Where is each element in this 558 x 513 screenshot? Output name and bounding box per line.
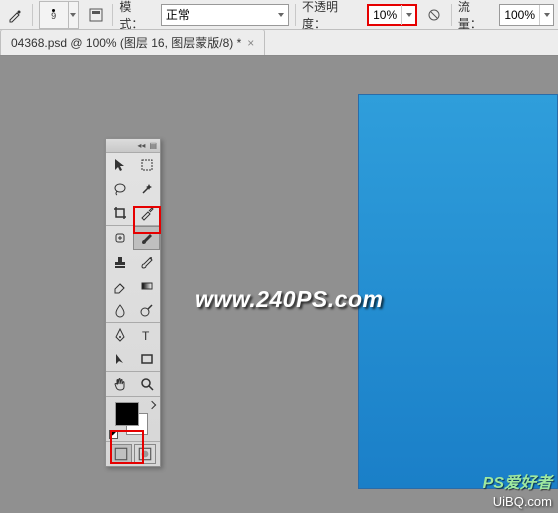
marquee-tool-icon[interactable] xyxy=(133,153,160,177)
blend-mode-select[interactable]: 正常 xyxy=(161,4,289,26)
eraser-tool-icon[interactable] xyxy=(106,274,133,298)
document-tab[interactable]: 04368.psd @ 100% (图层 16, 图层蒙版/8) * × xyxy=(0,29,265,55)
brush-preview[interactable]: 9 xyxy=(39,1,69,29)
type-tool-icon[interactable]: T xyxy=(133,323,160,347)
pressure-opacity-icon[interactable] xyxy=(423,4,445,26)
close-tab-icon[interactable]: × xyxy=(247,36,254,50)
document-canvas[interactable] xyxy=(358,94,558,489)
blur-tool-icon[interactable] xyxy=(106,298,133,322)
brush-size-dropdown[interactable] xyxy=(69,1,79,29)
hand-tool-icon[interactable] xyxy=(106,372,133,396)
mode-label: 模式： xyxy=(119,0,154,32)
color-swatches xyxy=(106,397,160,441)
options-bar: 9 模式： 正常 不透明度： 10% 流量： 100% xyxy=(0,0,558,30)
opacity-value: 10% xyxy=(369,8,401,22)
swap-colors-icon[interactable] xyxy=(147,399,157,409)
gradient-tool-icon[interactable] xyxy=(133,274,160,298)
standard-mode-icon[interactable] xyxy=(110,444,132,464)
wand-tool-icon[interactable] xyxy=(133,177,160,201)
default-colors-icon[interactable] xyxy=(109,430,118,439)
stamp-tool-icon[interactable] xyxy=(106,250,133,274)
quickmask-mode-icon[interactable] xyxy=(134,444,156,464)
tools-panel: ◂◂▤ T xyxy=(105,138,161,467)
brush-panel-toggle-icon[interactable] xyxy=(85,4,107,26)
lasso-tool-icon[interactable] xyxy=(106,177,133,201)
watermark-main: www.240PS.com xyxy=(195,286,383,313)
document-tab-bar: 04368.psd @ 100% (图层 16, 图层蒙版/8) * × xyxy=(0,30,558,56)
quick-mask-toggle xyxy=(106,442,160,466)
tools-panel-header[interactable]: ◂◂▤ xyxy=(106,139,160,153)
opacity-label: 不透明度： xyxy=(302,0,361,32)
flow-label: 流量： xyxy=(458,0,493,32)
flow-dropdown[interactable] xyxy=(539,5,553,25)
path-select-tool-icon[interactable] xyxy=(106,347,133,371)
watermark-br1: PS爱好者 xyxy=(483,469,552,493)
flow-input[interactable]: 100% xyxy=(499,4,554,26)
crop-tool-icon[interactable] xyxy=(106,201,133,225)
eyedropper-tool-icon[interactable] xyxy=(133,201,160,225)
history-brush-tool-icon[interactable] xyxy=(133,250,160,274)
opacity-dropdown[interactable] xyxy=(401,5,415,25)
flow-value: 100% xyxy=(500,8,539,22)
blend-mode-value: 正常 xyxy=(166,6,190,23)
move-tool-icon[interactable] xyxy=(106,153,133,177)
zoom-tool-icon[interactable] xyxy=(133,372,160,396)
healing-tool-icon[interactable] xyxy=(106,226,133,250)
document-tab-title: 04368.psd @ 100% (图层 16, 图层蒙版/8) * xyxy=(11,34,241,51)
dodge-tool-icon[interactable] xyxy=(133,298,160,322)
foreground-color[interactable] xyxy=(116,403,138,425)
svg-text:T: T xyxy=(142,329,150,343)
shape-tool-icon[interactable] xyxy=(133,347,160,371)
opacity-input[interactable]: 10% xyxy=(367,4,417,26)
watermark-br2: UiBQ.com xyxy=(493,494,552,509)
pen-tool-icon[interactable] xyxy=(106,323,133,347)
tool-preset-icon[interactable] xyxy=(4,4,26,26)
brush-tool-icon[interactable] xyxy=(133,226,160,250)
